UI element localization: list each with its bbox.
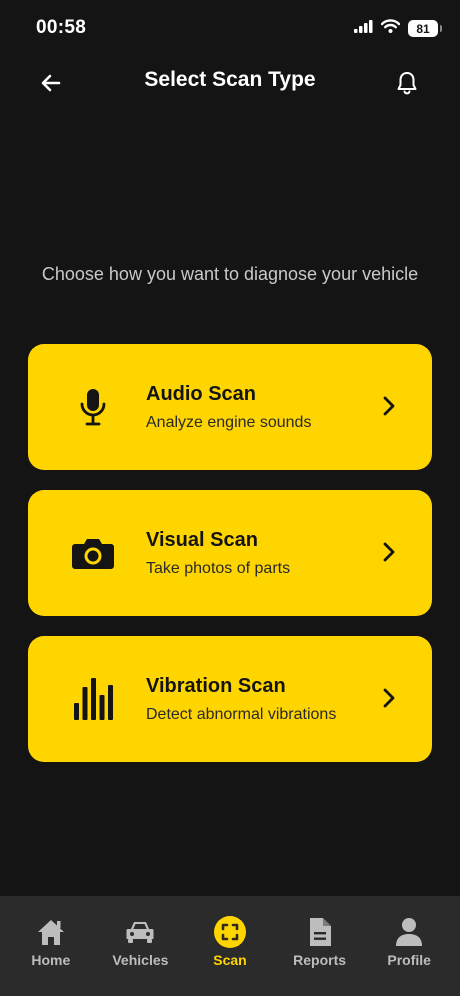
card-description: Analyze engine sounds [146,414,312,431]
home-icon [34,916,68,948]
nav-label: Reports [293,952,347,968]
nav-item-reports[interactable]: Reports [280,896,360,996]
visual-scan-card[interactable]: Visual Scan Take photos of parts [28,490,432,616]
document-icon [303,916,337,948]
card-title: Audio Scan [146,383,257,405]
card-title: Vibration Scan [146,675,286,697]
card-title: Visual Scan [146,529,258,551]
microphone-icon [68,382,118,432]
status-time: 00:58 [36,17,87,38]
instructions-text: Choose how you want to diagnose your veh… [41,264,419,284]
chevron-right-icon [383,688,395,708]
status-bar: 00:58 81 [0,0,460,56]
bar-chart-icon [68,674,118,724]
nav-item-home[interactable]: Home [11,896,91,996]
vibration-scan-card[interactable]: Vibration Scan Detect abnormal vibration… [28,636,432,762]
scan-type-list: Audio Scan Analyze engine sounds Visual … [28,344,432,782]
card-description: Detect abnormal vibrations [146,706,337,723]
person-icon [392,916,426,948]
nav-item-profile[interactable]: Profile [369,896,449,996]
notifications-button[interactable] [390,66,424,100]
nav-label: Vehicles [112,952,169,968]
nav-item-scan[interactable]: Scan [190,896,270,996]
battery-icon: 81 [408,20,442,37]
cellular-signal-icon [354,19,373,38]
header: Select Scan Type [0,56,460,108]
scan-icon [213,916,247,948]
camera-icon [68,528,118,578]
status-icons: 81 [354,19,442,38]
chevron-right-icon [383,396,395,416]
chevron-right-icon [383,542,395,562]
car-icon [123,916,157,948]
bell-icon [397,72,417,95]
card-description: Take photos of parts [146,560,291,577]
nav-item-vehicles[interactable]: Vehicles [100,896,180,996]
audio-scan-card[interactable]: Audio Scan Analyze engine sounds [28,344,432,470]
nav-label: Home [31,952,71,968]
wifi-icon [380,19,401,38]
nav-label: Scan [213,952,247,968]
nav-label: Profile [387,952,431,968]
bottom-nav: Home Vehicles Scan Reports Profile [0,896,460,996]
